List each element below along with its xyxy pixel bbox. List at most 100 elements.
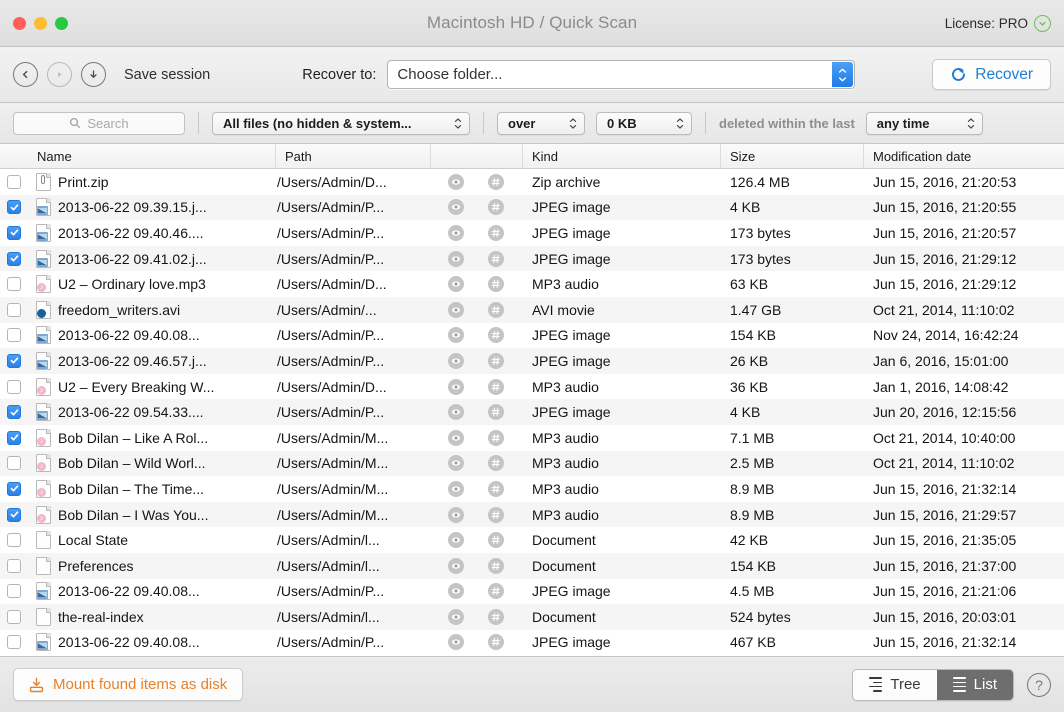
eye-icon[interactable] <box>448 634 464 650</box>
hash-icon[interactable] <box>488 634 504 650</box>
hash-icon[interactable] <box>488 302 504 318</box>
table-row[interactable]: 2013-06-22 09.40.08.../Users/Admin/P...J… <box>0 630 1064 656</box>
eye-icon[interactable] <box>448 174 464 190</box>
row-checkbox[interactable] <box>0 271 28 297</box>
eye-icon[interactable] <box>448 276 464 292</box>
table-row[interactable]: Print.zip/Users/Admin/D...Zip archive126… <box>0 169 1064 195</box>
table-row[interactable]: ♪Bob Dilan – The Time.../Users/Admin/M..… <box>0 476 1064 502</box>
file-list[interactable]: Print.zip/Users/Admin/D...Zip archive126… <box>0 169 1064 656</box>
table-row[interactable]: 2013-06-22 09.40.08.../Users/Admin/P...J… <box>0 579 1064 605</box>
hash-icon[interactable] <box>488 199 504 215</box>
view-mode-segmented-control[interactable]: Tree List <box>852 669 1014 701</box>
eye-icon[interactable] <box>448 404 464 420</box>
hash-icon[interactable] <box>488 481 504 497</box>
question-circle-icon[interactable]: ? <box>1027 673 1051 697</box>
table-row[interactable]: the-real-index/Users/Admin/l...Document5… <box>0 604 1064 630</box>
zoom-button[interactable] <box>55 17 68 30</box>
hash-icon[interactable] <box>488 507 504 523</box>
table-row[interactable]: 2013-06-22 09.40.08.../Users/Admin/P...J… <box>0 323 1064 349</box>
recover-button[interactable]: Recover <box>932 59 1051 90</box>
column-header-kind[interactable]: Kind <box>523 144 721 168</box>
row-checkbox[interactable] <box>0 630 28 656</box>
eye-icon[interactable] <box>448 302 464 318</box>
table-row[interactable]: ♪U2 – Every Breaking W.../Users/Admin/D.… <box>0 374 1064 400</box>
minimize-button[interactable] <box>34 17 47 30</box>
table-row[interactable]: Preferences/Users/Admin/l...Document154 … <box>0 553 1064 579</box>
file-type-filter-select[interactable]: All files (no hidden & system... <box>212 112 470 135</box>
row-checkbox[interactable] <box>0 220 28 246</box>
hash-icon[interactable] <box>488 327 504 343</box>
size-threshold-select[interactable]: 0 KB <box>596 112 692 135</box>
table-row[interactable]: freedom_writers.avi/Users/Admin/...AVI m… <box>0 297 1064 323</box>
license-badge[interactable]: License: PRO <box>945 15 1064 32</box>
column-header-name[interactable]: Name <box>28 144 276 168</box>
close-button[interactable] <box>13 17 26 30</box>
eye-icon[interactable] <box>448 379 464 395</box>
column-header-modification-date[interactable]: Modification date <box>864 144 1064 168</box>
row-checkbox[interactable] <box>0 527 28 553</box>
hash-icon[interactable] <box>488 532 504 548</box>
row-checkbox[interactable] <box>0 323 28 349</box>
chevron-left-circle-icon[interactable] <box>13 62 38 87</box>
mount-found-items-button[interactable]: Mount found items as disk <box>13 668 243 701</box>
column-header-path[interactable]: Path <box>276 144 431 168</box>
stepper-up-down-icon[interactable] <box>832 62 853 87</box>
eye-icon[interactable] <box>448 558 464 574</box>
hash-icon[interactable] <box>488 455 504 471</box>
eye-icon[interactable] <box>448 609 464 625</box>
row-checkbox[interactable] <box>0 374 28 400</box>
eye-icon[interactable] <box>448 532 464 548</box>
table-row[interactable]: 2013-06-22 09.54.33..../Users/Admin/P...… <box>0 399 1064 425</box>
table-row[interactable]: 2013-06-22 09.39.15.j.../Users/Admin/P..… <box>0 195 1064 221</box>
search-input[interactable]: Search <box>13 112 185 135</box>
time-filter-select[interactable]: any time <box>866 112 983 135</box>
hash-icon[interactable] <box>488 276 504 292</box>
row-checkbox[interactable] <box>0 399 28 425</box>
table-row[interactable]: ♪Bob Dilan – I Was You.../Users/Admin/M.… <box>0 502 1064 528</box>
table-row[interactable]: Local State/Users/Admin/l...Document42 K… <box>0 527 1064 553</box>
play-circle-icon[interactable] <box>47 62 72 87</box>
table-row[interactable]: 2013-06-22 09.40.46..../Users/Admin/P...… <box>0 220 1064 246</box>
chevron-down-circle-icon[interactable] <box>1034 15 1051 32</box>
tab-list-view[interactable]: List <box>937 670 1013 700</box>
eye-icon[interactable] <box>448 430 464 446</box>
row-checkbox[interactable] <box>0 604 28 630</box>
size-comparison-select[interactable]: over <box>497 112 585 135</box>
eye-icon[interactable] <box>448 225 464 241</box>
eye-icon[interactable] <box>448 327 464 343</box>
hash-icon[interactable] <box>488 404 504 420</box>
row-checkbox[interactable] <box>0 425 28 451</box>
hash-icon[interactable] <box>488 225 504 241</box>
row-checkbox[interactable] <box>0 246 28 272</box>
table-row[interactable]: 2013-06-22 09.46.57.j.../Users/Admin/P..… <box>0 348 1064 374</box>
row-checkbox[interactable] <box>0 502 28 528</box>
hash-icon[interactable] <box>488 251 504 267</box>
hash-icon[interactable] <box>488 430 504 446</box>
hash-icon[interactable] <box>488 609 504 625</box>
destination-folder-select[interactable]: Choose folder... <box>387 60 855 89</box>
row-checkbox[interactable] <box>0 169 28 195</box>
eye-icon[interactable] <box>448 353 464 369</box>
column-header-select-all[interactable] <box>0 144 28 168</box>
column-header-size[interactable]: Size <box>721 144 864 168</box>
eye-icon[interactable] <box>448 455 464 471</box>
eye-icon[interactable] <box>448 251 464 267</box>
eye-icon[interactable] <box>448 199 464 215</box>
row-checkbox[interactable] <box>0 476 28 502</box>
row-checkbox[interactable] <box>0 553 28 579</box>
eye-icon[interactable] <box>448 481 464 497</box>
arrow-down-circle-icon[interactable] <box>81 62 106 87</box>
tab-tree-view[interactable]: Tree <box>853 670 936 700</box>
eye-icon[interactable] <box>448 507 464 523</box>
row-checkbox[interactable] <box>0 579 28 605</box>
row-checkbox[interactable] <box>0 195 28 221</box>
hash-icon[interactable] <box>488 583 504 599</box>
hash-icon[interactable] <box>488 558 504 574</box>
row-checkbox[interactable] <box>0 348 28 374</box>
table-row[interactable]: ♪Bob Dilan – Wild Worl.../Users/Admin/M.… <box>0 451 1064 477</box>
hash-icon[interactable] <box>488 174 504 190</box>
hash-icon[interactable] <box>488 379 504 395</box>
save-session-label[interactable]: Save session <box>124 67 210 83</box>
row-checkbox[interactable] <box>0 451 28 477</box>
row-checkbox[interactable] <box>0 297 28 323</box>
